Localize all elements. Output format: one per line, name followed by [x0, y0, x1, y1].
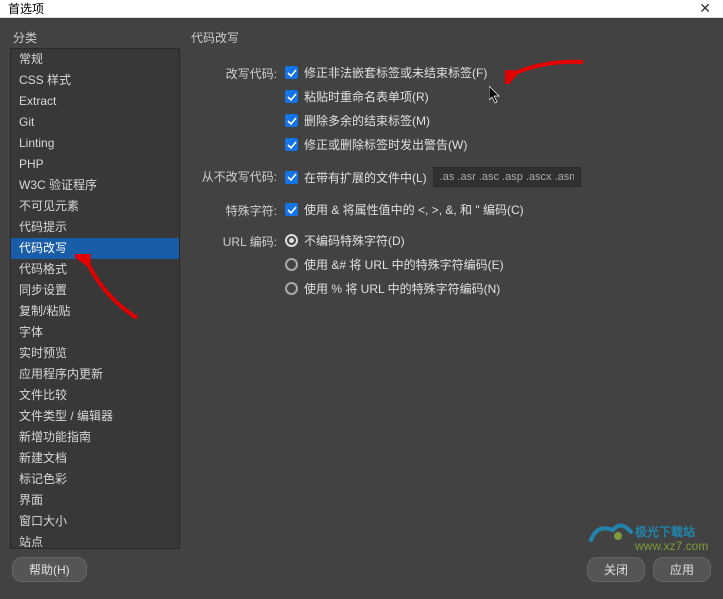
titlebar: 首选项 ✕: [0, 0, 723, 18]
sidebar-item[interactable]: 常规: [11, 49, 179, 70]
url-percent-encode-radio[interactable]: 使用 % 将 URL 中的特殊字符编码(N): [285, 280, 707, 297]
fix-nested-tags-checkbox[interactable]: 修正非法嵌套标签或未结束标签(F): [285, 64, 707, 81]
url-encoding-label: URL 编码:: [190, 232, 285, 250]
radio-icon: [285, 234, 298, 247]
rename-form-items-checkbox[interactable]: 粘贴时重命名表单项(R): [285, 88, 707, 105]
never-rewrite-label: 从不改写代码:: [190, 167, 285, 185]
sidebar-item[interactable]: PHP: [11, 154, 179, 175]
sidebar-item[interactable]: 文件比较: [11, 385, 179, 406]
sidebar-item[interactable]: 站点: [11, 532, 179, 549]
checkbox-icon: [285, 203, 298, 216]
category-sidebar[interactable]: 常规CSS 样式ExtractGitLintingPHPW3C 验证程序不可见元…: [10, 48, 180, 549]
checkbox-label: 使用 & 将属性值中的 <, >, &, 和 " 编码(C): [304, 201, 524, 218]
sidebar-item[interactable]: 新建文档: [11, 448, 179, 469]
settings-panel: 改写代码: 修正非法嵌套标签或未结束标签(F) 粘贴时重命名表单项(R): [190, 48, 713, 549]
sidebar-item[interactable]: 代码提示: [11, 217, 179, 238]
sidebar-item[interactable]: 代码格式: [11, 259, 179, 280]
encode-special-checkbox[interactable]: 使用 & 将属性值中的 <, >, &, 和 " 编码(C): [285, 201, 707, 218]
rewrite-code-label: 改写代码:: [190, 64, 285, 82]
url-no-encode-radio[interactable]: 不编码特殊字符(D): [285, 232, 707, 249]
remove-extra-tags-checkbox[interactable]: 删除多余的结束标签(M): [285, 112, 707, 129]
sidebar-item[interactable]: 应用程序内更新: [11, 364, 179, 385]
checkbox-icon: [285, 66, 298, 79]
apply-button[interactable]: 应用: [653, 557, 711, 582]
checkbox-label: 删除多余的结束标签(M): [304, 112, 430, 129]
window-title: 首选项: [8, 0, 44, 17]
checkbox-label: 修正非法嵌套标签或未结束标签(F): [304, 64, 487, 81]
sidebar-item[interactable]: 复制/粘贴: [11, 301, 179, 322]
close-icon[interactable]: ✕: [695, 0, 715, 17]
checkbox-label: 修正或删除标签时发出警告(W): [304, 136, 467, 153]
sidebar-item[interactable]: 同步设置: [11, 280, 179, 301]
sidebar-item[interactable]: 标记色彩: [11, 469, 179, 490]
sidebar-item[interactable]: Git: [11, 112, 179, 133]
panel-header: 代码改写: [188, 29, 239, 46]
sidebar-item[interactable]: 字体: [11, 322, 179, 343]
dialog-footer: 帮助(H) 关闭 应用: [10, 549, 713, 589]
checkbox-icon: [285, 171, 298, 184]
column-headers: 分类 代码改写: [10, 26, 713, 48]
sidebar-item[interactable]: Extract: [11, 91, 179, 112]
checkbox-label: 在带有扩展的文件中(L): [304, 169, 427, 186]
checkbox-icon: [285, 138, 298, 151]
checkbox-icon: [285, 90, 298, 103]
sidebar-item[interactable]: 界面: [11, 490, 179, 511]
checkbox-label: 粘贴时重命名表单项(R): [304, 88, 429, 105]
category-header: 分类: [10, 29, 188, 46]
radio-label: 使用 &# 将 URL 中的特殊字符编码(E): [304, 256, 504, 273]
close-button[interactable]: 关闭: [587, 557, 645, 582]
sidebar-item[interactable]: 不可见元素: [11, 196, 179, 217]
sidebar-item[interactable]: 窗口大小: [11, 511, 179, 532]
extensions-checkbox[interactable]: 在带有扩展的文件中(L): [285, 167, 707, 187]
sidebar-item[interactable]: W3C 验证程序: [11, 175, 179, 196]
sidebar-item[interactable]: CSS 样式: [11, 70, 179, 91]
sidebar-item[interactable]: Linting: [11, 133, 179, 154]
radio-label: 使用 % 将 URL 中的特殊字符编码(N): [304, 280, 500, 297]
sidebar-item[interactable]: 代码改写: [11, 238, 179, 259]
sidebar-item[interactable]: 实时预览: [11, 343, 179, 364]
url-ampersand-encode-radio[interactable]: 使用 &# 将 URL 中的特殊字符编码(E): [285, 256, 707, 273]
radio-icon: [285, 258, 298, 271]
warn-on-fix-checkbox[interactable]: 修正或删除标签时发出警告(W): [285, 136, 707, 153]
radio-icon: [285, 282, 298, 295]
special-chars-label: 特殊字符:: [190, 201, 285, 219]
sidebar-item[interactable]: 文件类型 / 编辑器: [11, 406, 179, 427]
checkbox-icon: [285, 114, 298, 127]
radio-label: 不编码特殊字符(D): [304, 232, 405, 249]
sidebar-item[interactable]: 新增功能指南: [11, 427, 179, 448]
extensions-input[interactable]: [433, 167, 581, 187]
help-button[interactable]: 帮助(H): [12, 557, 87, 582]
